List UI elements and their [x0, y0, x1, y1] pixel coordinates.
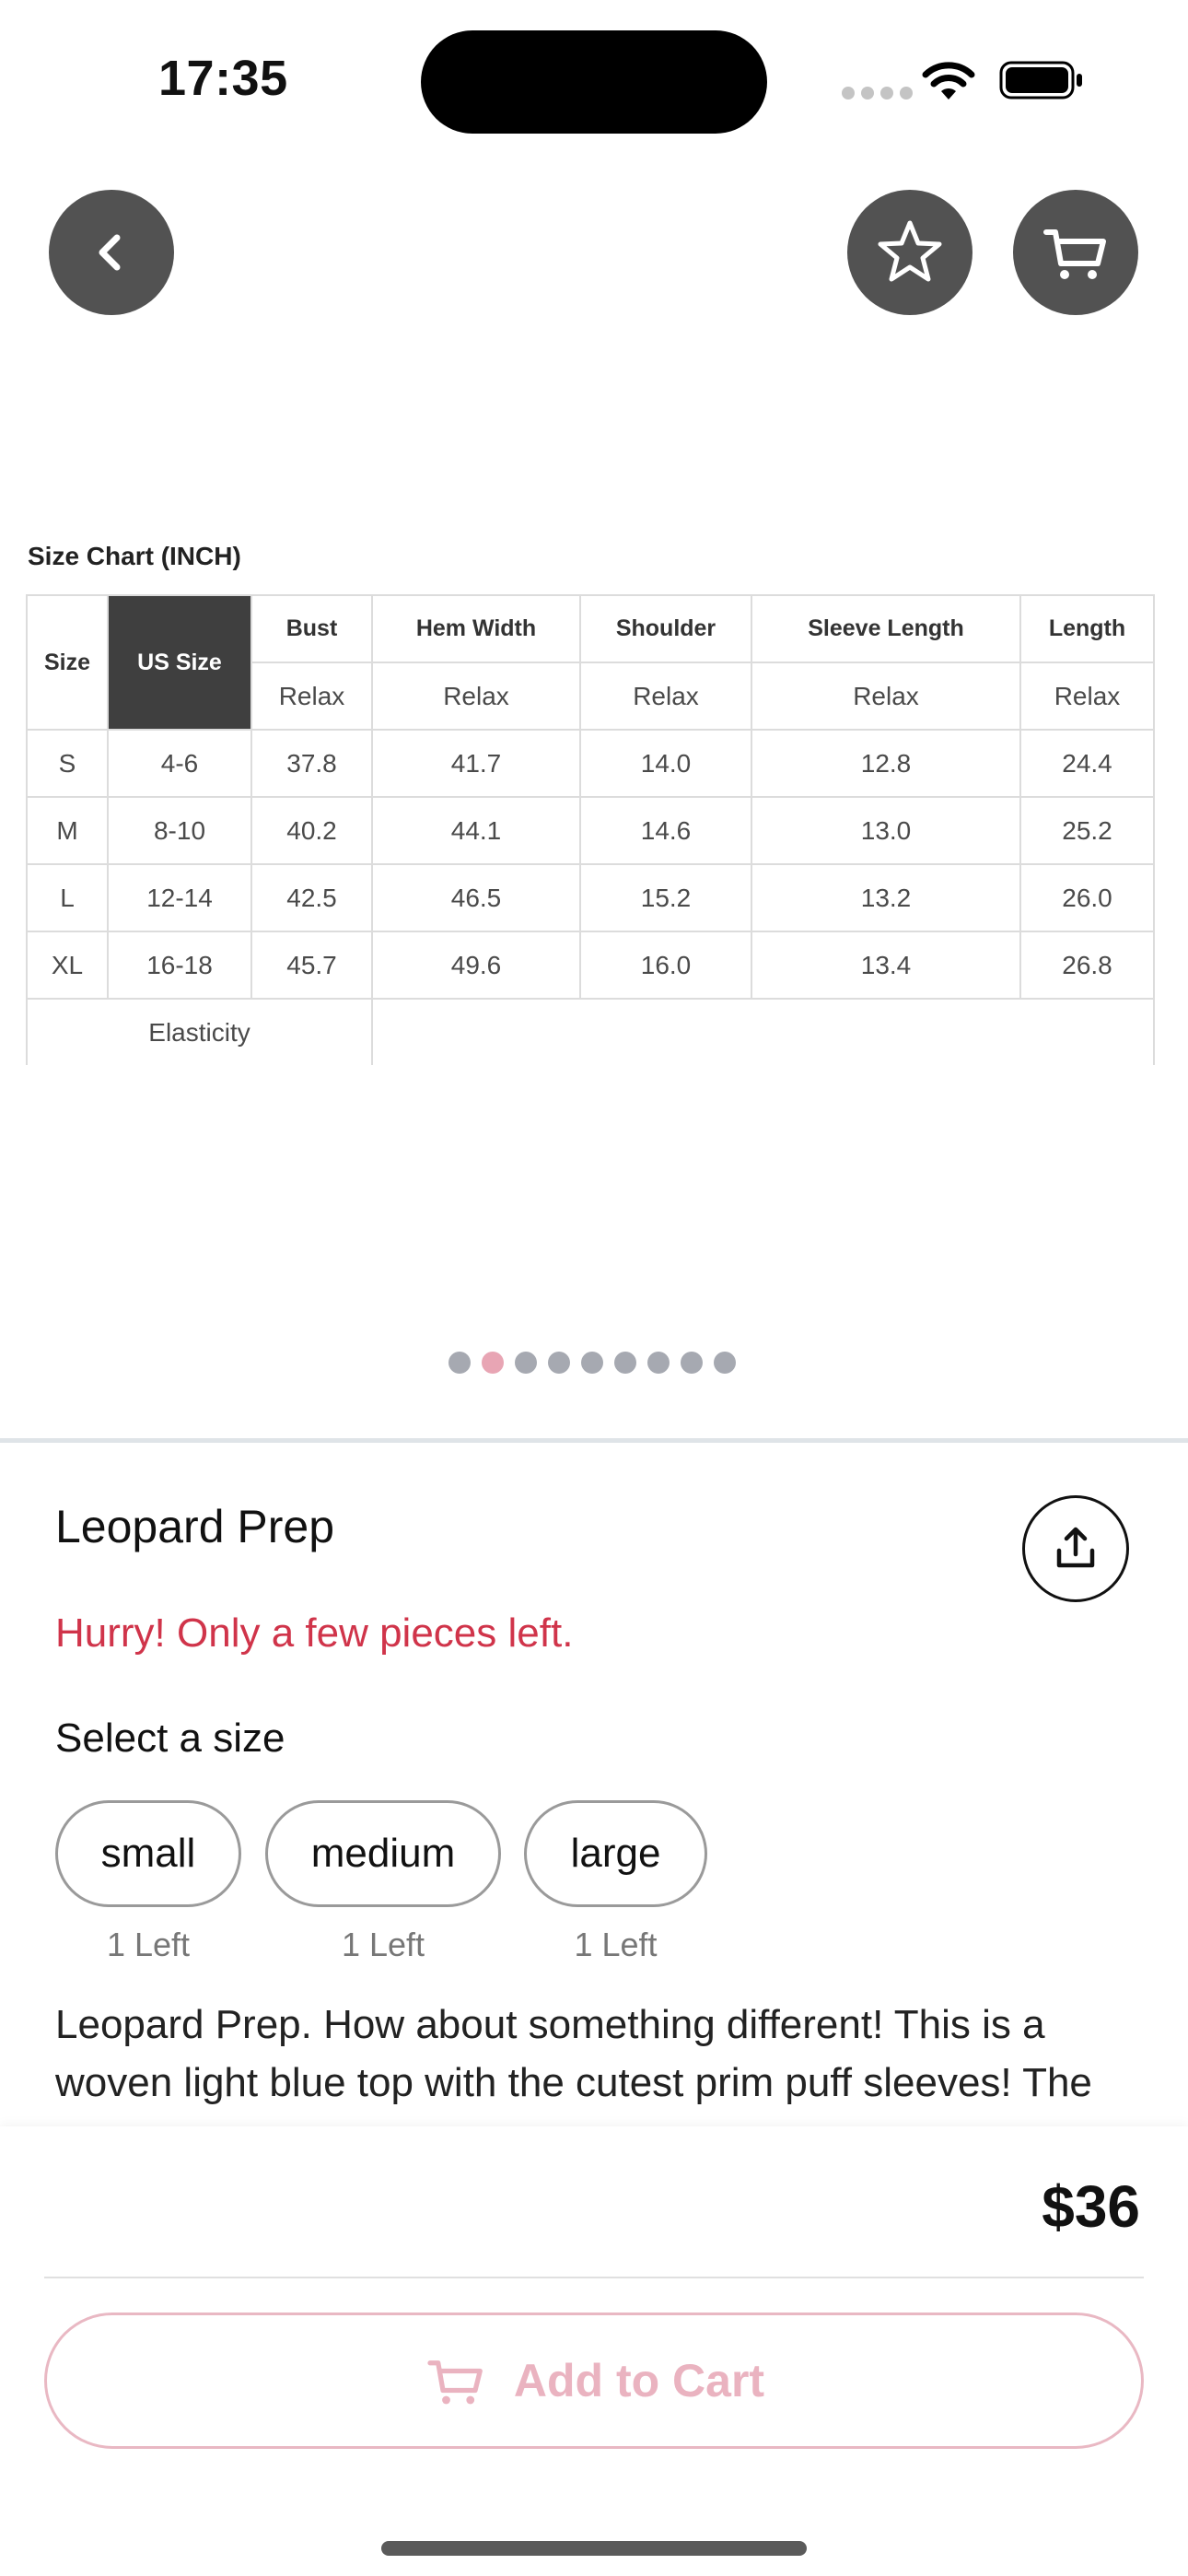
table-cell: 26.8 [1019, 931, 1155, 1000]
size-option-medium[interactable]: medium [265, 1800, 501, 1907]
table-cell: 26.0 [1019, 863, 1155, 932]
size-stock-small: 1 Left [106, 1926, 191, 1963]
carousel-dot[interactable] [647, 1352, 670, 1374]
size-chart-header: Shoulder [579, 594, 752, 663]
table-row: Elasticity [26, 998, 1155, 1065]
product-title: Leopard Prep [55, 1501, 335, 1552]
status-time: 17:35 [158, 51, 288, 106]
table-cell: 4-6 [107, 729, 252, 798]
cart-icon [1043, 229, 1106, 279]
carousel-dot[interactable] [448, 1352, 471, 1374]
table-cell: 8-10 [107, 796, 252, 865]
carousel-dot[interactable] [548, 1352, 570, 1374]
cellular-signal-icon [842, 87, 913, 100]
price-label: $36 [1042, 2173, 1140, 2240]
table-cell: 41.7 [371, 729, 581, 798]
share-icon [1056, 1527, 1095, 1568]
table-cell: XL [26, 931, 109, 1000]
stock-warning: Hurry! Only a few pieces left. [55, 1610, 574, 1656]
table-cell: M [26, 796, 109, 865]
size-chart-header: Hem Width [371, 594, 581, 663]
size-stock-large: 1 Left [574, 1926, 658, 1963]
product-description: Leopard Prep. How about something differ… [55, 2002, 1092, 2105]
size-chart-header: Length [1019, 594, 1155, 663]
carousel-dot[interactable] [681, 1352, 703, 1374]
star-icon [878, 220, 942, 282]
fit-cell: Relax [579, 662, 752, 731]
size-option-small[interactable]: small [55, 1800, 241, 1907]
carousel-indicator[interactable] [448, 1352, 736, 1374]
cart-icon [427, 2360, 483, 2405]
dynamic-island [421, 30, 767, 134]
size-chart-header: Bust [250, 594, 373, 663]
section-divider [0, 1438, 1188, 1443]
table-row: XL 16-18 45.7 49.6 16.0 13.4 26.8 [26, 931, 1155, 1000]
table-cell: 45.7 [250, 931, 373, 1000]
table-cell: 15.2 [579, 863, 752, 932]
fit-cell: Relax [371, 662, 581, 731]
panel-divider [44, 2277, 1144, 2278]
size-option-large[interactable]: large [524, 1800, 707, 1907]
carousel-dot[interactable] [515, 1352, 537, 1374]
table-cell: 42.5 [250, 863, 373, 932]
cart-button[interactable] [1013, 190, 1138, 315]
table-cell: 44.1 [371, 796, 581, 865]
size-chart-header: Size [26, 594, 109, 731]
size-chart-header: Sleeve Length [751, 594, 1021, 663]
table-cell: 16-18 [107, 931, 252, 1000]
table-cell [371, 998, 1155, 1065]
table-cell: 14.0 [579, 729, 752, 798]
table-cell: 40.2 [250, 796, 373, 865]
chevron-left-icon [99, 234, 121, 271]
table-cell: 24.4 [1019, 729, 1155, 798]
table-cell: S [26, 729, 109, 798]
table-row: S 4-6 37.8 41.7 14.0 12.8 24.4 [26, 729, 1155, 798]
table-cell: 14.6 [579, 796, 752, 865]
fit-cell: Relax [1019, 662, 1155, 731]
carousel-dot[interactable] [714, 1352, 736, 1374]
table-row: L 12-14 42.5 46.5 15.2 13.2 26.0 [26, 863, 1155, 932]
battery-icon [999, 61, 1082, 100]
size-chart-table: Size US Size Bust Hem Width Shoulder Sle… [26, 594, 1155, 1065]
add-to-cart-button[interactable]: Add to Cart [44, 2313, 1144, 2449]
home-indicator[interactable] [381, 2541, 807, 2556]
table-row: M 8-10 40.2 44.1 14.6 13.0 25.2 [26, 796, 1155, 865]
table-cell: 13.4 [751, 931, 1021, 1000]
select-size-label: Select a size [55, 1715, 285, 1761]
size-chart-title: Size Chart (INCH) [28, 542, 241, 570]
carousel-dot[interactable] [614, 1352, 636, 1374]
favorite-button[interactable] [847, 190, 973, 315]
table-cell: 16.0 [579, 931, 752, 1000]
table-cell: 46.5 [371, 863, 581, 932]
wifi-icon [922, 62, 975, 100]
back-button[interactable] [49, 190, 174, 315]
carousel-dot-active[interactable] [482, 1352, 504, 1374]
table-cell: 13.0 [751, 796, 1021, 865]
add-to-cart-label: Add to Cart [513, 2355, 765, 2406]
size-stock-medium: 1 Left [341, 1926, 425, 1963]
table-cell: 25.2 [1019, 796, 1155, 865]
table-cell: L [26, 863, 109, 932]
fit-cell: Relax [751, 662, 1021, 731]
carousel-dot[interactable] [581, 1352, 603, 1374]
share-button[interactable] [1022, 1495, 1129, 1602]
table-cell: 12-14 [107, 863, 252, 932]
elasticity-label: Elasticity [26, 998, 373, 1065]
fit-cell: Relax [250, 662, 373, 731]
table-cell: 37.8 [250, 729, 373, 798]
table-cell: 12.8 [751, 729, 1021, 798]
size-chart-header: US Size [107, 594, 252, 731]
table-cell: 13.2 [751, 863, 1021, 932]
table-cell: 49.6 [371, 931, 581, 1000]
